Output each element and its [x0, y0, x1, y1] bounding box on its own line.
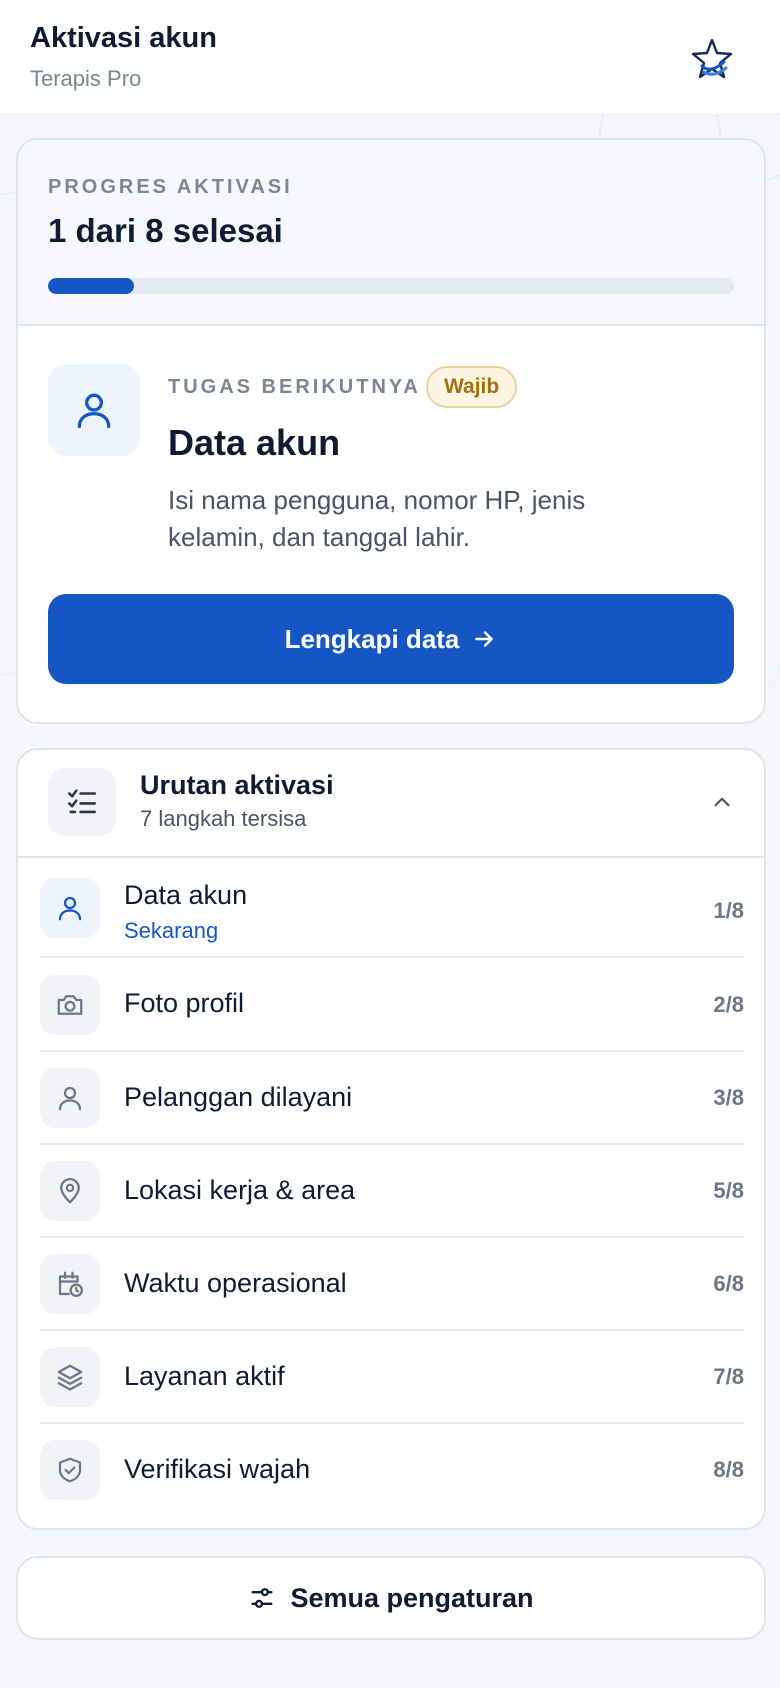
step-icon-tile — [40, 1161, 100, 1221]
step-number: 5/8 — [713, 1178, 744, 1203]
user-icon — [58, 1086, 82, 1111]
activation-progress-card: PROGRES AKTIVASI 1 dari 8 selesai TUGAS … — [16, 138, 766, 724]
activation-steps-card: Urutan aktivasi 7 langkah tersisa Data a… — [16, 748, 766, 1530]
step-item-foto-profil[interactable]: Foto profil 2/8 — [40, 958, 744, 1052]
progress-eyebrow: PROGRES AKTIVASI — [48, 176, 293, 198]
steps-header[interactable]: Urutan aktivasi 7 langkah tersisa — [18, 750, 764, 858]
all-settings-label: Semua pengaturan — [290, 1582, 534, 1613]
step-icon-tile — [40, 1347, 100, 1407]
steps-title: Urutan aktivasi — [140, 770, 334, 800]
step-item-pelanggan-dilayani[interactable]: Pelanggan dilayani 3/8 — [40, 1052, 744, 1145]
complete-data-button-label: Lengkapi data — [284, 623, 460, 654]
step-icon-tile — [40, 878, 100, 938]
chevron-up-icon[interactable] — [706, 786, 738, 818]
page-title: Aktivasi akun — [30, 22, 217, 54]
step-label: Verifikasi wajah — [124, 1454, 311, 1484]
step-number: 8/8 — [713, 1457, 744, 1482]
step-status: Sekarang — [124, 918, 219, 943]
progress-bar — [48, 278, 734, 294]
step-label: Pelanggan dilayani — [124, 1082, 353, 1112]
progress-bar-fill — [48, 278, 134, 294]
step-item-data-akun[interactable]: Data akun Sekarang 1/8 — [40, 858, 744, 958]
step-number: 6/8 — [713, 1271, 744, 1296]
step-label: Lokasi kerja & area — [124, 1175, 356, 1205]
all-settings-button[interactable]: Semua pengaturan — [16, 1556, 766, 1640]
step-icon-tile — [40, 1254, 100, 1314]
step-icon-tile — [40, 1440, 100, 1500]
step-icon-tile — [40, 1068, 100, 1128]
step-number: 3/8 — [713, 1085, 744, 1110]
map-pin-icon — [60, 1178, 80, 1204]
step-label: Waktu operasional — [124, 1268, 347, 1298]
page-subtitle: Terapis Pro — [30, 66, 142, 91]
step-number: 1/8 — [713, 898, 744, 923]
user-icon — [77, 393, 111, 429]
step-label: Foto profil — [124, 988, 245, 1018]
steps-subtitle: 7 langkah tersisa — [140, 806, 307, 831]
checklist-icon-tile — [48, 768, 116, 836]
next-task-icon-tile — [48, 364, 140, 456]
progress-count: 1 dari 8 selesai — [48, 212, 283, 249]
step-number: 7/8 — [713, 1364, 744, 1389]
next-task-eyebrow: TUGAS BERIKUTNYA — [168, 376, 421, 398]
brand-star-logo — [691, 38, 733, 79]
progress-section: PROGRES AKTIVASI 1 dari 8 selesai — [18, 140, 764, 326]
checklist-icon — [67, 789, 97, 814]
step-item-lokasi-kerja[interactable]: Lokasi kerja & area 5/8 — [40, 1145, 744, 1238]
required-badge: Wajib — [426, 366, 518, 408]
sliders-icon — [251, 1588, 273, 1608]
arrow-right-icon — [475, 631, 494, 647]
layers-icon — [57, 1364, 83, 1391]
camera-icon — [57, 995, 83, 1015]
step-item-verifikasi-wajah[interactable]: Verifikasi wajah 8/8 — [40, 1424, 744, 1517]
step-icon-tile — [40, 975, 100, 1035]
user-icon — [58, 896, 82, 921]
step-label: Data akun — [124, 880, 248, 910]
calendar-clock-icon — [58, 1271, 83, 1297]
next-task-title: Data akun — [168, 422, 341, 463]
step-item-waktu-operasional[interactable]: Waktu operasional 6/8 — [40, 1238, 744, 1331]
step-label: Layanan aktif — [124, 1361, 285, 1391]
shield-check-icon — [58, 1457, 82, 1483]
next-task-description: Isi nama pengguna, nomor HP, jenis kelam… — [168, 485, 586, 552]
step-item-layanan-aktif[interactable]: Layanan aktif 7/8 — [40, 1331, 744, 1424]
step-number: 2/8 — [713, 992, 744, 1017]
top-header: Aktivasi akun Terapis Pro — [0, 0, 780, 115]
complete-data-button[interactable]: Lengkapi data — [48, 594, 734, 684]
